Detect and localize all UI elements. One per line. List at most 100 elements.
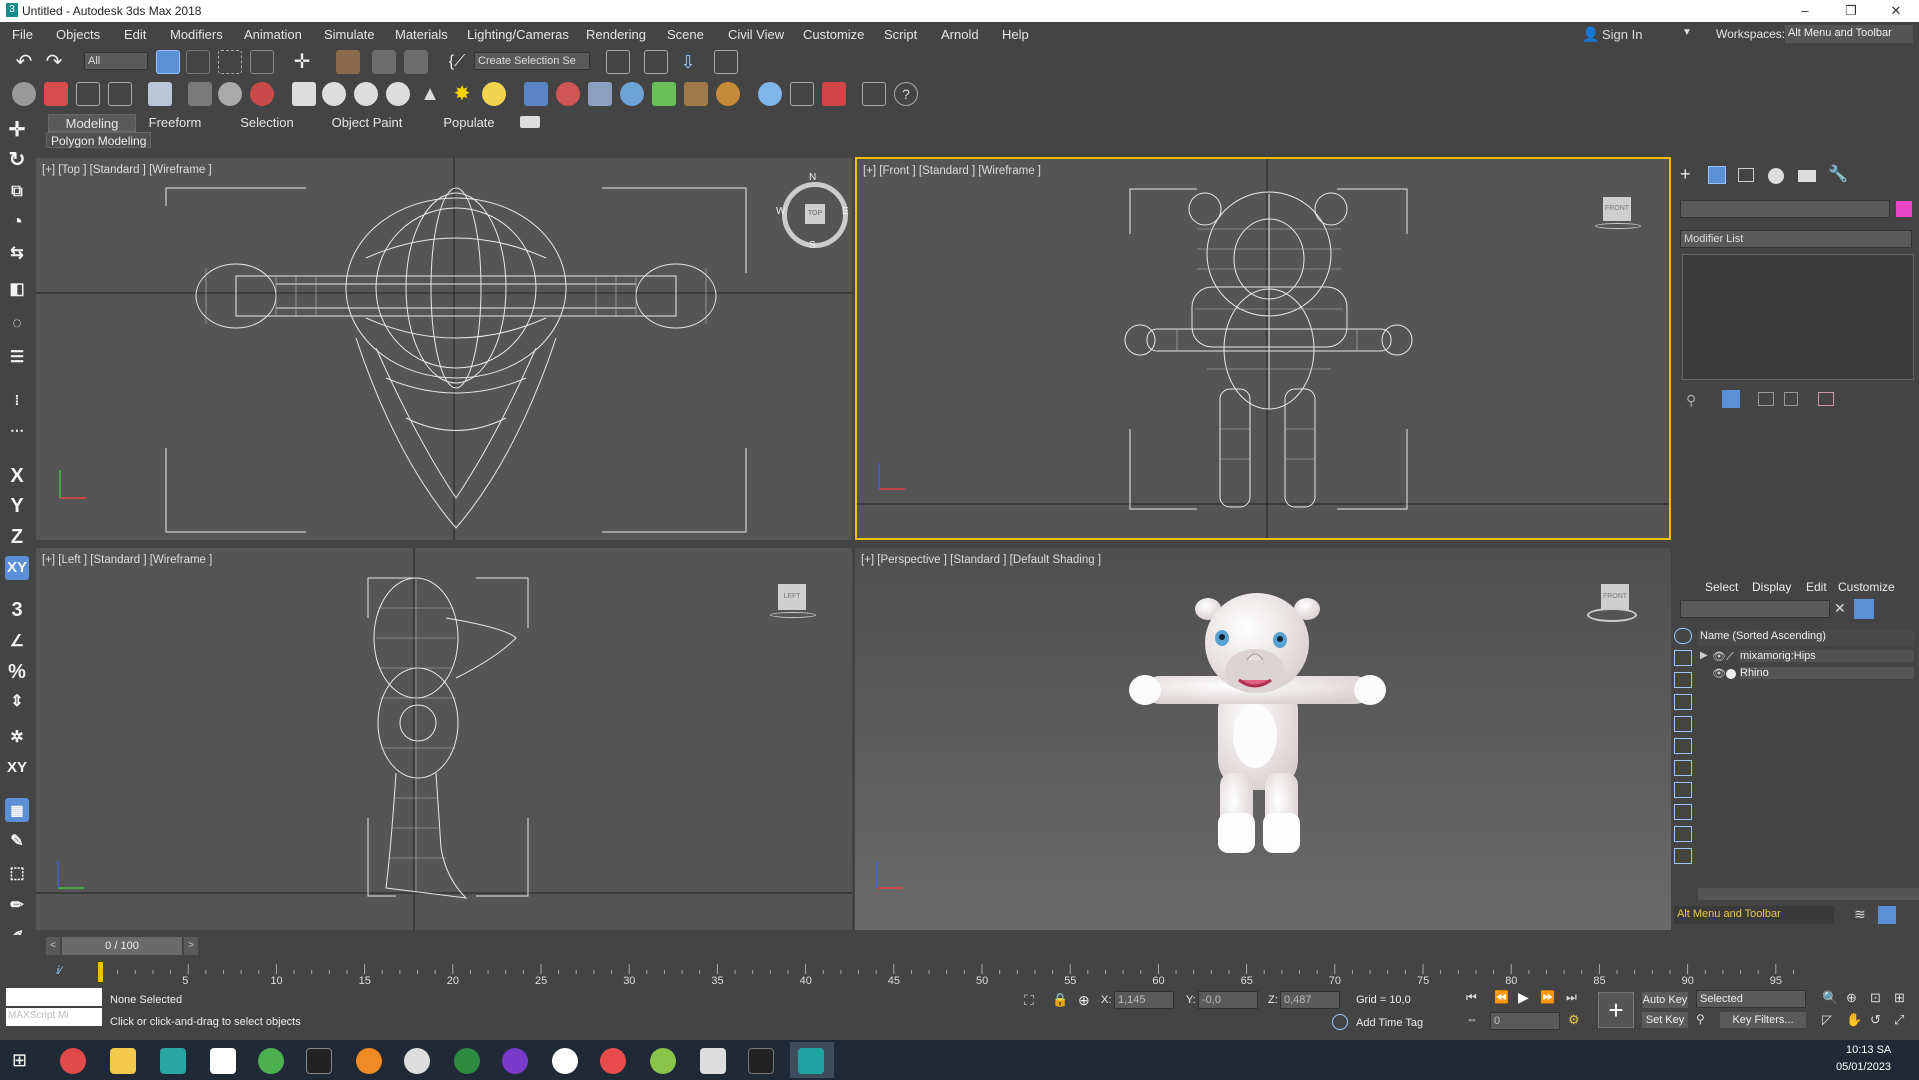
viewcube-ring-perspective[interactable] <box>1587 608 1637 622</box>
maxscript-mini-listener[interactable]: MAXScript Mi <box>6 1008 102 1026</box>
workspace-dropdown[interactable]: Alt Menu and Toolbar <box>1785 25 1913 43</box>
viewcube-left[interactable]: LEFT <box>778 584 806 610</box>
key-filters-icon[interactable]: ⚲ <box>1696 1012 1716 1028</box>
rotate-icon[interactable]: ↻ <box>5 148 29 172</box>
tab-populate[interactable]: Populate <box>436 114 502 132</box>
close-icon[interactable]: ✕ <box>1873 0 1919 22</box>
scene-menu-display[interactable]: Display <box>1752 580 1791 594</box>
x-axis-icon[interactable]: X <box>5 464 29 488</box>
xy-pivot-icon[interactable]: XY <box>5 756 29 780</box>
visibility-eye-icon-rhino[interactable]: 👁 <box>1712 667 1726 680</box>
viewport-front[interactable]: [+] [Front ] [Standard ] [Wireframe ] FR… <box>855 157 1671 540</box>
object-color-swatch[interactable] <box>1896 201 1912 217</box>
time-tag-icon[interactable] <box>1332 1014 1348 1030</box>
scene-menu-customize[interactable]: Customize <box>1838 580 1895 594</box>
create-light-icon[interactable] <box>148 82 172 106</box>
minimize-icon[interactable]: – <box>1782 0 1828 22</box>
scene-item-hips[interactable]: mixamorig:Hips <box>1740 650 1914 662</box>
hair-icon[interactable] <box>684 82 708 106</box>
key-mode-dropdown[interactable]: Selected <box>1696 990 1806 1008</box>
move-icon[interactable]: ✛ <box>290 50 314 74</box>
track-bar[interactable]: ⅈ⁄ 5 10 15 20 25 30 35 40 45 50 55 60 65 70 75 80 85 90 95… <box>0 960 1919 986</box>
cloth-icon[interactable] <box>588 82 612 106</box>
signin-chevron-down-icon[interactable]: ▼ <box>1682 27 1692 38</box>
motion-tab-icon[interactable] <box>1768 168 1784 184</box>
sun-light-icon[interactable]: ✸ <box>450 82 474 106</box>
field-of-view-icon[interactable]: ◸ <box>1822 1012 1832 1028</box>
scene-menu-edit[interactable]: Edit <box>1806 580 1827 594</box>
viewcube-ring-left[interactable] <box>770 612 816 618</box>
omni-light-icon[interactable] <box>482 82 506 106</box>
prev-frame-icon[interactable]: < <box>46 937 60 955</box>
create-tab-icon[interactable]: + <box>1680 164 1691 185</box>
mirror-icon[interactable]: ⇆ <box>5 242 29 266</box>
sound-icon[interactable] <box>218 82 242 106</box>
taskbar-cloud-icon[interactable] <box>404 1048 430 1074</box>
toggle-ribbon-icon[interactable]: ⇩ <box>676 50 700 74</box>
display-shapes-icon[interactable] <box>1674 650 1692 666</box>
menu-customize[interactable]: Customize <box>803 27 864 42</box>
hierarchy-tab-icon[interactable] <box>1738 168 1754 182</box>
redo-icon[interactable]: ↷ <box>42 50 66 74</box>
pin-stack-icon[interactable]: ⚲ <box>1686 392 1696 409</box>
viewport-left[interactable]: [+] [Left ] [Standard ] [Wireframe ] LEF… <box>36 548 852 930</box>
visibility-eye-icon[interactable]: 👁 <box>1712 650 1726 663</box>
display-cameras-icon[interactable] <box>1674 694 1692 710</box>
layer-explorer-icon[interactable] <box>644 50 668 74</box>
taskbar-unity-icon[interactable] <box>306 1048 332 1074</box>
modifier-stack[interactable] <box>1682 254 1914 380</box>
menu-modifiers[interactable]: Modifiers <box>170 27 223 42</box>
clear-search-icon[interactable]: ✕ <box>1834 600 1846 617</box>
menu-arnold[interactable]: Arnold <box>941 27 979 42</box>
prev-key-icon[interactable]: ⏪ <box>1494 990 1509 1004</box>
bind-icon[interactable] <box>556 82 580 106</box>
taskbar-messenger-icon[interactable] <box>600 1048 626 1074</box>
render-setup-icon[interactable] <box>44 82 68 106</box>
add-time-tag-button[interactable]: Add Time Tag <box>1356 1017 1423 1029</box>
render-teapot-icon[interactable] <box>12 82 36 106</box>
pencil-icon[interactable]: ✏ <box>5 894 29 918</box>
z-axis-icon[interactable]: Z <box>5 525 29 549</box>
display-spacewarps-icon[interactable] <box>1674 738 1692 754</box>
camera-icon[interactable] <box>188 82 212 106</box>
set-key-button[interactable]: Set Key <box>1642 1012 1688 1028</box>
selection-set-dropdown[interactable]: Create Selection Se <box>474 52 590 70</box>
select-object-icon[interactable] <box>156 50 180 74</box>
key-mode-toggle-icon[interactable]: ⇔ <box>1466 1012 1478 1026</box>
percent-snap-icon[interactable] <box>404 50 428 74</box>
align-icon[interactable]: ◧ <box>5 278 29 302</box>
taskbar-box-icon[interactable] <box>700 1048 726 1074</box>
percent-snap-toggle-icon[interactable]: % <box>5 660 29 684</box>
display-helpers-icon[interactable] <box>1674 716 1692 732</box>
tab-freeform[interactable]: Freeform <box>142 114 208 132</box>
torus-primitive-icon[interactable] <box>386 82 410 106</box>
sphere-primitive-icon[interactable] <box>322 82 346 106</box>
viewcube-top[interactable]: TOP <box>805 204 825 224</box>
expand-chevron-icon[interactable]: ▶ <box>1700 650 1708 661</box>
select-by-name-icon[interactable] <box>186 50 210 74</box>
particle-icon[interactable] <box>524 82 548 106</box>
taskbar-blender-icon[interactable] <box>356 1048 382 1074</box>
display-bones-icon[interactable] <box>1674 804 1692 820</box>
sort-toggle-icon[interactable] <box>1878 906 1896 924</box>
snaps-toggle-icon[interactable] <box>336 50 360 74</box>
restore-icon[interactable]: ❐ <box>1828 0 1874 22</box>
isolate-selection-icon[interactable]: ⛶ <box>1024 992 1034 1009</box>
display-groups-icon[interactable] <box>1674 760 1692 776</box>
viewcube-perspective[interactable]: FRONT <box>1601 584 1629 610</box>
cone-primitive-icon[interactable]: ▲ <box>418 82 442 106</box>
sign-in-button[interactable]: Sign In <box>1602 27 1642 42</box>
taskbar-app-4-icon[interactable] <box>210 1048 236 1074</box>
ribbon-options-icon[interactable] <box>520 116 540 128</box>
snowflake-icon[interactable] <box>620 82 644 106</box>
rectangular-selection-icon[interactable] <box>218 50 242 74</box>
scene-search-input[interactable] <box>1680 600 1830 618</box>
play-icon[interactable]: ▶ <box>1518 989 1529 1006</box>
menu-objects[interactable]: Objects <box>56 27 100 42</box>
next-key-icon[interactable]: ⏩ <box>1540 990 1555 1004</box>
render-active-icon[interactable] <box>822 82 846 106</box>
axis-constraint-icon[interactable]: ⁞ <box>5 388 29 412</box>
y-coordinate-field[interactable]: -0,0 <box>1198 991 1258 1009</box>
material-editor-icon[interactable] <box>108 82 132 106</box>
taskbar-file-explorer-icon[interactable] <box>110 1048 136 1074</box>
